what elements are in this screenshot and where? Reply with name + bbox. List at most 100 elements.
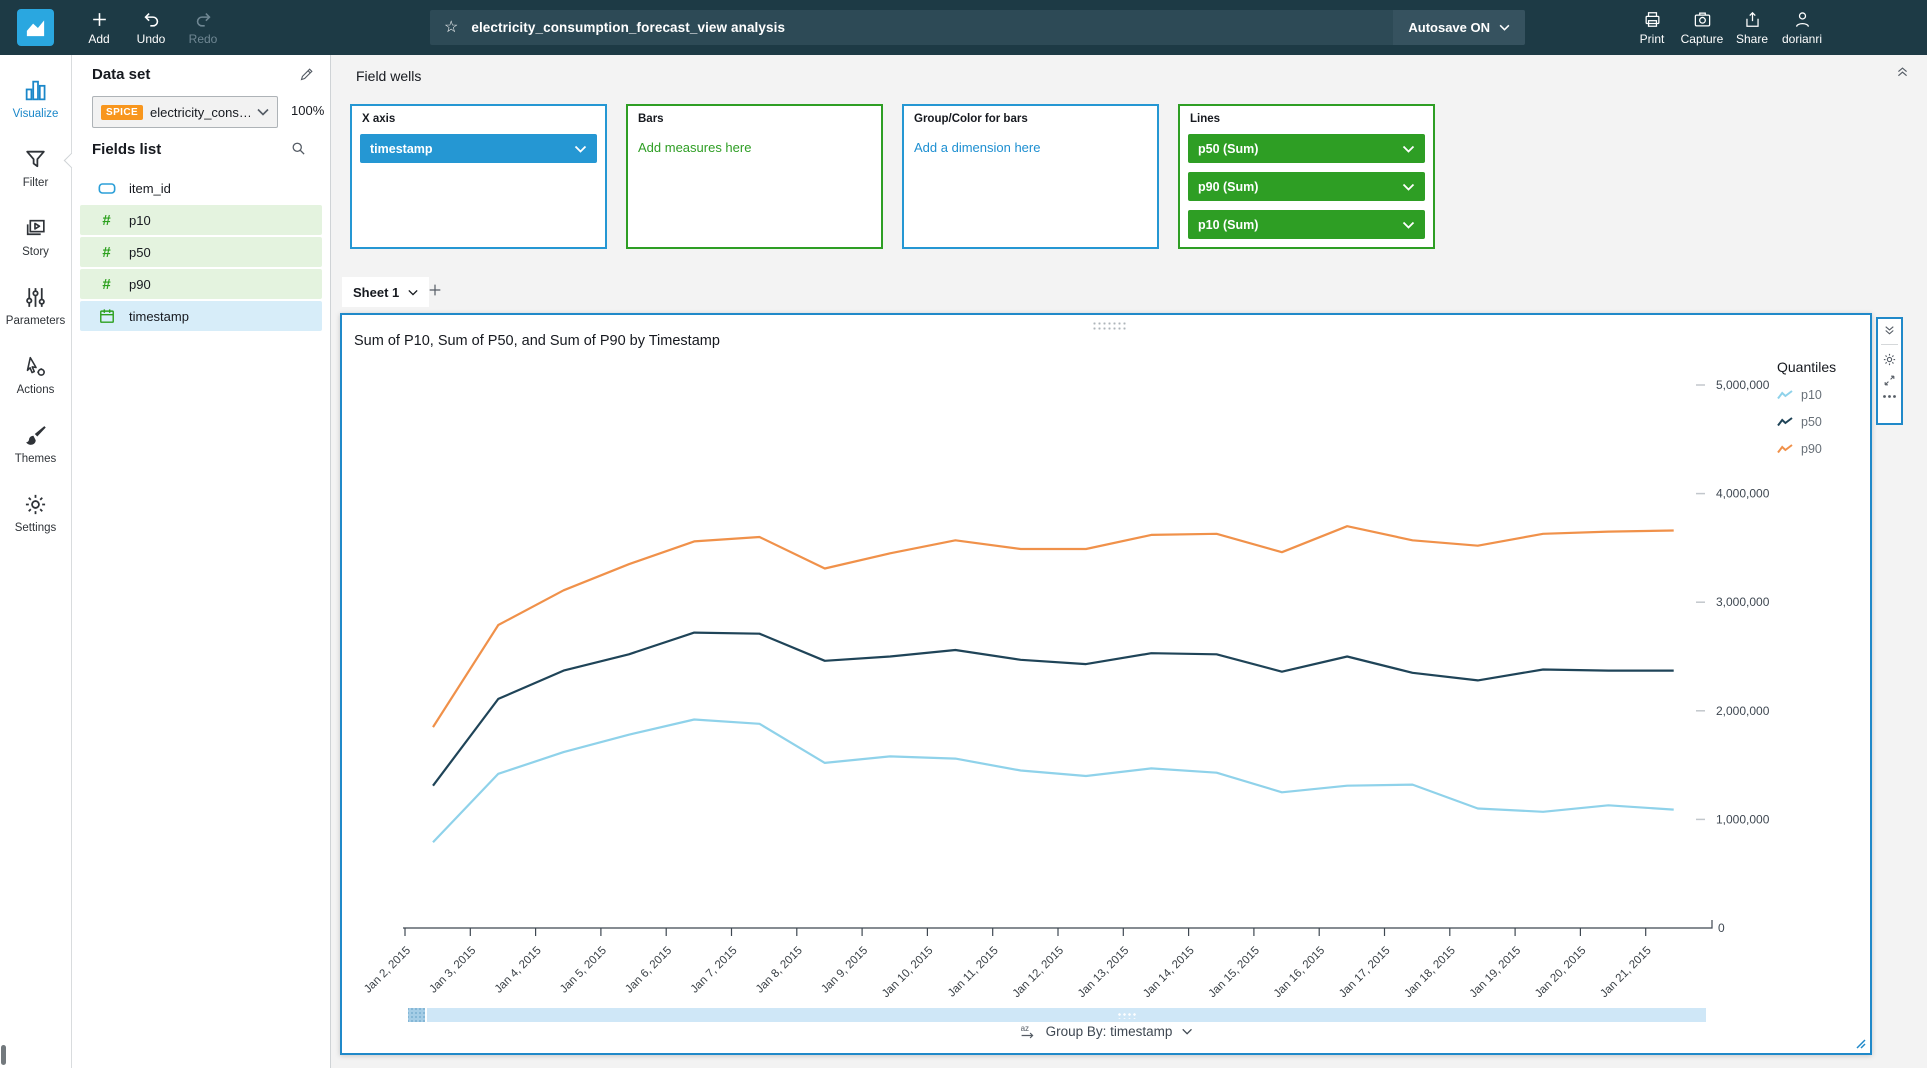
pill-timestamp[interactable]: timestamp <box>360 134 597 163</box>
dataset-select[interactable]: SPICE electricity_cons… <box>92 96 278 128</box>
field-item-p50[interactable]: #p50 <box>80 237 322 267</box>
actions-icon <box>23 354 48 379</box>
field-item-item_id[interactable]: item_id <box>80 173 322 203</box>
sidebar-item-label: Filter <box>23 177 49 189</box>
maximize-visual-icon[interactable] <box>1883 374 1896 387</box>
undo-button[interactable]: Undo <box>128 7 174 49</box>
sidebar-item-settings[interactable]: Settings <box>0 481 72 545</box>
well-group-color-label: Group/Color for bars <box>914 113 1028 125</box>
sidebar-item-label: Visualize <box>13 108 59 120</box>
capture-button[interactable]: Capture <box>1679 7 1725 49</box>
themes-icon <box>23 423 48 448</box>
dataset-name: electricity_cons… <box>150 105 250 120</box>
svg-text:2,000,000: 2,000,000 <box>1716 704 1770 718</box>
tab-sheet-1[interactable]: Sheet 1 <box>342 277 429 307</box>
dataset-panel: Data set SPICE electricity_cons… 100% Fi… <box>72 55 331 1068</box>
visual-settings-gear-icon[interactable] <box>1882 352 1897 367</box>
sort-az-icon: az <box>1020 1024 1037 1039</box>
share-icon <box>1743 10 1762 29</box>
user-menu[interactable]: dorianri <box>1779 7 1825 49</box>
fields-list: item_id#p10#p50#p90timestamp <box>80 173 322 333</box>
add-button[interactable]: Add <box>76 7 122 49</box>
svg-text:Jan 11, 2015: Jan 11, 2015 <box>946 945 1001 1000</box>
collapse-visual-icon[interactable] <box>1882 324 1897 337</box>
print-icon <box>1643 10 1662 29</box>
pill-p10[interactable]: p10 (Sum) <box>1188 210 1425 239</box>
camera-icon <box>1693 10 1712 29</box>
sidebar-item-filter[interactable]: Filter <box>0 136 72 200</box>
sidebar-item-visualize[interactable]: Visualize <box>0 67 72 131</box>
spice-badge: SPICE <box>101 105 143 120</box>
legend-line-icon <box>1777 416 1793 428</box>
svg-text:Jan 3, 2015: Jan 3, 2015 <box>427 945 478 996</box>
svg-text:3,000,000: 3,000,000 <box>1716 595 1770 609</box>
field-label: item_id <box>129 181 171 196</box>
add-sheet-button[interactable] <box>427 282 443 298</box>
field-label: p90 <box>129 277 151 292</box>
line-chart-visual[interactable]: Sum of P10, Sum of P50, and Sum of P90 b… <box>340 313 1872 1055</box>
svg-text:Jan 17, 2015: Jan 17, 2015 <box>1337 945 1393 1001</box>
legend-item-p50[interactable]: p50 <box>1777 415 1836 429</box>
chart-legend: Quantiles p10p50p90 <box>1777 359 1836 456</box>
field-wells-header: Field wells <box>356 68 421 84</box>
pill-p50[interactable]: p50 (Sum) <box>1188 134 1425 163</box>
top-bar: Add Undo Redo ☆ electricity_consumption_… <box>0 0 1927 55</box>
visualize-icon <box>23 78 48 103</box>
add-measures-placeholder[interactable]: Add measures here <box>638 140 751 155</box>
quicksight-logo-icon <box>24 16 47 39</box>
svg-text:Jan 7, 2015: Jan 7, 2015 <box>689 945 740 996</box>
autosave-toggle[interactable]: Autosave ON <box>1393 10 1525 45</box>
well-bars[interactable]: Bars Add measures here <box>626 104 883 249</box>
legend-line-icon <box>1777 443 1793 455</box>
scrollbar-track[interactable] <box>427 1008 1706 1022</box>
sidebar-item-actions[interactable]: Actions <box>0 343 72 407</box>
edit-pencil-icon[interactable] <box>299 67 314 82</box>
pill-p90[interactable]: p90 (Sum) <box>1188 172 1425 201</box>
sidebar-item-parameters[interactable]: Parameters <box>0 274 72 338</box>
scrollbar-handle-dots <box>1117 1012 1137 1019</box>
well-lines[interactable]: Lines p50 (Sum)p90 (Sum)p10 (Sum) <box>1178 104 1435 249</box>
field-item-p10[interactable]: #p10 <box>80 205 322 235</box>
sidebar-item-story[interactable]: Story <box>0 205 72 269</box>
zoom-level: 100% <box>291 103 324 118</box>
well-x-axis[interactable]: X axis timestamp <box>350 104 607 249</box>
field-item-timestamp[interactable]: timestamp <box>80 301 322 331</box>
measure-hash-icon: # <box>97 245 116 260</box>
legend-line-icon <box>1777 389 1793 401</box>
legend-item-p90[interactable]: p90 <box>1777 442 1836 456</box>
chevron-down-icon <box>1402 183 1415 191</box>
redo-button[interactable]: Redo <box>180 7 226 49</box>
quicksight-logo[interactable] <box>17 9 54 46</box>
visual-menu-ellipsis-icon[interactable] <box>1882 394 1897 399</box>
print-button[interactable]: Print <box>1629 7 1675 49</box>
add-dimension-placeholder[interactable]: Add a dimension here <box>914 140 1040 155</box>
sidebar-item-label: Parameters <box>6 315 65 327</box>
svg-text:Jan 20, 2015: Jan 20, 2015 <box>1533 945 1589 1001</box>
svg-text:Jan 21, 2015: Jan 21, 2015 <box>1598 945 1654 1001</box>
svg-text:Jan 6, 2015: Jan 6, 2015 <box>623 945 674 996</box>
plus-icon <box>90 10 109 29</box>
sidebar-item-themes[interactable]: Themes <box>0 412 72 476</box>
chevron-down-icon <box>408 289 418 296</box>
chevron-down-icon <box>1402 221 1415 229</box>
window-scrollbar-thumb[interactable] <box>1 1045 6 1065</box>
well-group-color[interactable]: Group/Color for bars Add a dimension her… <box>902 104 1159 249</box>
search-icon[interactable] <box>291 141 306 156</box>
settings-icon <box>23 492 48 517</box>
chevron-down-icon <box>1181 1028 1192 1035</box>
chart-horizontal-scrollbar <box>408 1008 1706 1022</box>
line-chart: Jan 2, 2015Jan 3, 2015Jan 4, 2015Jan 5, … <box>342 315 1870 1053</box>
favorite-star-icon[interactable]: ☆ <box>444 20 458 36</box>
share-button[interactable]: Share <box>1729 7 1775 49</box>
group-by-control[interactable]: az Group By: timestamp <box>1020 1024 1193 1039</box>
sidebar-item-label: Settings <box>15 522 57 534</box>
svg-text:1,000,000: 1,000,000 <box>1716 812 1770 826</box>
legend-item-p10[interactable]: p10 <box>1777 388 1836 402</box>
svg-text:0: 0 <box>1718 921 1725 935</box>
field-item-p90[interactable]: #p90 <box>80 269 322 299</box>
svg-text:Jan 2, 2015: Jan 2, 2015 <box>362 945 413 996</box>
collapse-field-wells-icon[interactable] <box>1895 64 1910 78</box>
line-p50 <box>433 633 1674 786</box>
resize-handle[interactable] <box>1854 1037 1866 1049</box>
scrollbar-left-button[interactable] <box>408 1008 425 1022</box>
